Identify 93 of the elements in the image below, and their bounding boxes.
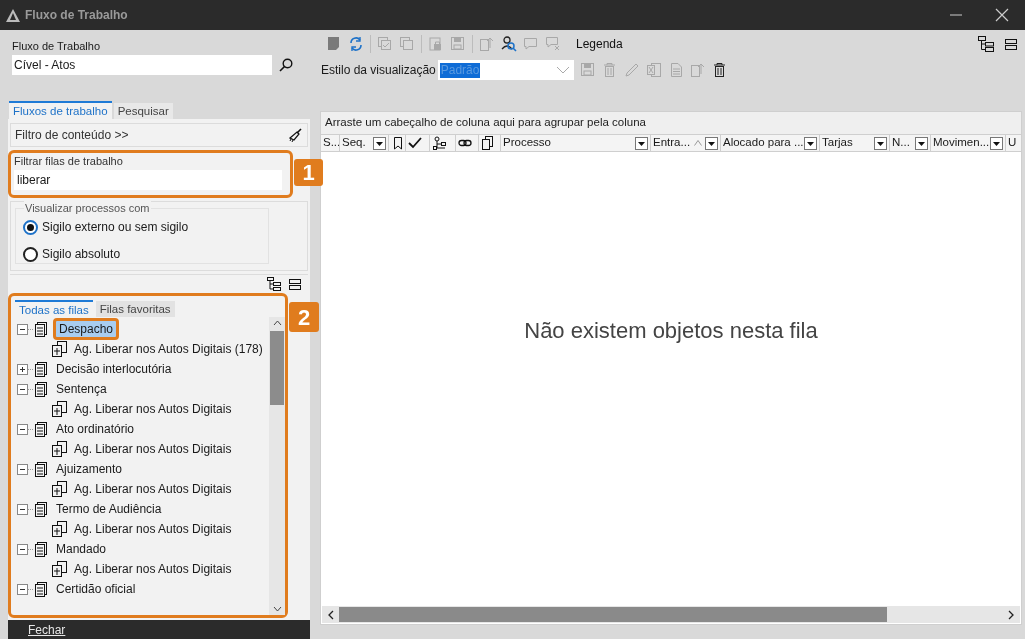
column-header[interactable]: Movimen... <box>931 135 1006 151</box>
collapse-toggle-icon[interactable] <box>17 463 28 475</box>
tree-item[interactable]: Termo de Audiência <box>56 500 162 518</box>
bookmark-icon[interactable] <box>391 136 405 150</box>
callout-number: 2 <box>289 302 319 332</box>
tree-item[interactable]: Ato ordinatório <box>56 420 135 438</box>
trash-icon[interactable] <box>711 62 728 78</box>
filter-dropdown-icon[interactable] <box>915 136 928 150</box>
tree-item[interactable]: Despacho <box>53 318 120 340</box>
window-title: Fluxo de Trabalho <box>25 7 128 24</box>
collapse-toggle-icon[interactable] <box>17 583 28 595</box>
tab[interactable]: Pesquisar <box>113 103 173 119</box>
document-stack-icon <box>34 541 50 557</box>
tree-item[interactable]: Sentença <box>56 380 107 398</box>
tree-item[interactable]: Ag. Liberar nos Autos Digitais <box>74 440 232 458</box>
broom-icon[interactable] <box>289 128 303 142</box>
collapse-icon[interactable] <box>288 276 302 291</box>
filter-dropdown-icon[interactable] <box>874 136 887 150</box>
callout-number: 1 <box>294 159 323 186</box>
horizontal-scrollbar[interactable] <box>322 606 1020 623</box>
collapse-toggle-icon[interactable] <box>17 323 28 335</box>
user-search-icon[interactable] <box>501 36 517 52</box>
hierarchy-icon[interactable] <box>432 136 446 150</box>
document-add-icon <box>52 441 68 457</box>
tree-view-icon[interactable] <box>978 36 994 52</box>
document-add-icon <box>52 481 68 497</box>
radio-label: Sigilo externo ou sem sigilo <box>42 219 189 236</box>
document-stack-icon <box>34 501 50 517</box>
document-add-icon <box>52 521 68 537</box>
tree-item[interactable]: Mandado <box>56 540 107 558</box>
tree-item[interactable]: Ag. Liberar nos Autos Digitais <box>74 560 232 578</box>
group-by-area: Arraste um cabeçalho de coluna aqui para agrupar pela coluna <box>321 112 1021 134</box>
workflow-field[interactable]: Cível - Atos <box>12 55 272 75</box>
tab[interactable]: Todas as filas <box>15 300 93 317</box>
document-stack-icon <box>34 381 50 397</box>
radio-button[interactable] <box>23 219 38 235</box>
group-label: Visualizar processos com <box>24 201 151 215</box>
tree-item[interactable]: Ag. Liberar nos Autos Digitais (178) <box>74 340 263 358</box>
document-add-icon <box>52 561 68 577</box>
tab[interactable]: Fluxos de trabalho <box>9 101 112 119</box>
legend-button[interactable]: Legenda <box>576 35 623 53</box>
radio-button[interactable] <box>23 246 38 262</box>
app-logo-icon <box>6 8 20 22</box>
filter-dropdown-icon[interactable] <box>635 136 648 150</box>
column-header[interactable]: N... <box>890 135 931 151</box>
tree-item[interactable]: Ag. Liberar nos Autos Digitais <box>74 520 232 538</box>
tree-item[interactable]: Certidão oficial <box>56 580 136 598</box>
column-header[interactable]: Seq. <box>340 135 389 151</box>
tree-item[interactable]: Ag. Liberar nos Autos Digitais <box>74 400 232 418</box>
tab[interactable]: Filas favoritas <box>95 301 175 317</box>
collapse-toggle-icon[interactable] <box>17 383 28 395</box>
refresh-icon[interactable] <box>348 36 364 52</box>
tree-view-icon[interactable] <box>267 276 281 291</box>
collapse-toggle-icon[interactable] <box>17 503 28 515</box>
expand-toggle-icon[interactable] <box>17 363 28 375</box>
column-header[interactable]: S... <box>321 135 340 151</box>
tree-item[interactable]: Decisão interlocutória <box>56 360 172 378</box>
column-header[interactable]: Alocado para ... <box>721 135 820 151</box>
scrollbar-thumb[interactable] <box>270 331 284 405</box>
tree-item[interactable]: Ag. Liberar nos Autos Digitais <box>74 480 232 498</box>
document-stack-icon <box>34 321 50 337</box>
column-header[interactable]: Processo <box>501 135 651 151</box>
field-label: Fluxo de Trabalho <box>12 39 102 53</box>
column-header[interactable]: U <box>1006 135 1021 151</box>
empty-state-message: Não existem objetos nesta fila <box>524 316 818 345</box>
vertical-scrollbar[interactable] <box>269 317 285 615</box>
radio-label: Sigilo absoluto <box>42 246 121 263</box>
collapse-icon[interactable] <box>1004 37 1018 51</box>
document-stack-icon <box>34 581 50 597</box>
document-stack-icon <box>34 421 50 437</box>
selected-text: Padrão <box>439 62 481 78</box>
collapse-toggle-icon[interactable] <box>17 423 28 435</box>
document-add-icon <box>52 401 68 417</box>
document-stack-icon <box>34 461 50 477</box>
scrollbar-thumb[interactable] <box>339 607 887 622</box>
queue-filter-field[interactable]: liberar <box>14 170 282 190</box>
field-label: Estilo da visualização <box>321 62 436 79</box>
chevron-down-icon <box>555 65 570 75</box>
filter-dropdown-icon[interactable] <box>705 136 718 150</box>
filter-dropdown-icon[interactable] <box>804 136 817 150</box>
field-label: Filtrar filas de trabalho <box>14 154 124 168</box>
tree-item[interactable]: Ajuizamento <box>56 460 123 478</box>
document-stack-icon <box>34 361 50 377</box>
checkmark-icon[interactable] <box>408 136 422 150</box>
column-header[interactable]: Tarjas <box>820 135 890 151</box>
column-header[interactable]: Entra... <box>651 135 721 151</box>
search-icon[interactable] <box>279 58 293 72</box>
documents-icon[interactable] <box>481 136 495 150</box>
filter-dropdown-icon[interactable] <box>373 136 386 150</box>
document-add-icon <box>52 341 68 357</box>
collapse-toggle-icon[interactable] <box>17 543 28 555</box>
filter-dropdown-icon[interactable] <box>990 136 1003 150</box>
close-button[interactable]: Fechar <box>8 620 310 639</box>
